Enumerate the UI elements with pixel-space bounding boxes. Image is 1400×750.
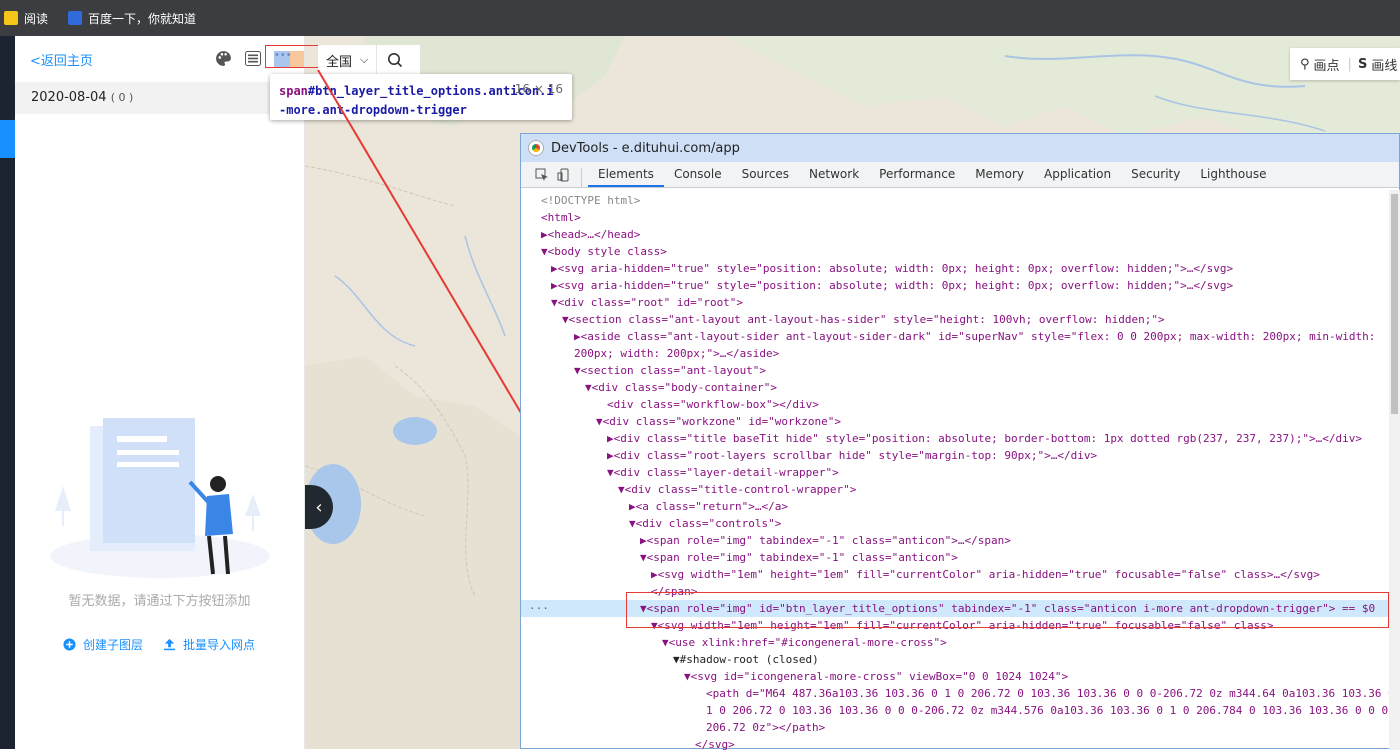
element-inspect-tooltip: span#btn_layer_title_options.anticon.i -… xyxy=(270,74,572,120)
dom-line[interactable]: ▼<div class="controls"> xyxy=(629,515,781,532)
devtools-tabbar: Elements Console Sources Network Perform… xyxy=(521,162,1399,188)
chevron-left-icon: ‹ xyxy=(315,496,323,518)
devtools-titlebar: DevTools - e.dituhui.com/app xyxy=(521,134,1399,162)
tooltip-tag: span xyxy=(279,84,308,98)
dom-line[interactable]: 206.72 0z"></path> xyxy=(706,719,825,736)
dom-line[interactable]: ▼<use xlink:href="#icongeneral-more-cros… xyxy=(662,634,947,651)
dom-line[interactable]: ▼<div class="title-control-wrapper"> xyxy=(618,481,856,498)
batch-import-button[interactable]: 批量导入网点 xyxy=(163,636,255,653)
dom-line[interactable]: ▼<div class="workzone" id="workzone"> xyxy=(596,413,841,430)
tooltip-size: 16 × 16 xyxy=(514,82,563,96)
back-home-link[interactable]: <返回主页 xyxy=(30,50,93,69)
dom-tree: <!DOCTYPE html> <html> ▶<head>…</head> ▼… xyxy=(521,190,1389,750)
device-toolbar-icon[interactable] xyxy=(557,168,571,182)
dom-tree-scrollbar[interactable] xyxy=(1389,190,1400,750)
dom-line[interactable]: ▼<section class="ant-layout"> xyxy=(574,362,766,379)
dom-line[interactable]: ▼<div class="body-container"> xyxy=(585,379,777,396)
nav-sidebar xyxy=(0,36,15,749)
dom-line[interactable]: <!DOCTYPE html> xyxy=(541,192,640,209)
dom-line[interactable]: ▼<div class="layer-detail-wrapper"> xyxy=(607,464,839,481)
selected-dots: ··· xyxy=(529,602,549,615)
scrollbar-thumb[interactable] xyxy=(1391,194,1398,414)
dom-line[interactable]: ▼<body style class> xyxy=(541,243,667,260)
date-label: 2020-08-04 xyxy=(31,90,107,105)
create-sublayer-label: 创建子图层 xyxy=(83,638,144,652)
toolbar-divider: | xyxy=(1347,56,1352,72)
dom-line[interactable]: ▼#shadow-root (closed) xyxy=(673,651,819,668)
tab-memory[interactable]: Memory xyxy=(965,167,1034,187)
dom-line[interactable]: ▶<head>…</head> xyxy=(541,226,640,243)
chrome-icon xyxy=(529,141,543,155)
bookmark-read[interactable]: 阅读 xyxy=(4,10,48,27)
bookmark-read-label: 阅读 xyxy=(24,11,49,26)
tooltip-selector-2: -more.ant-dropdown-trigger xyxy=(279,103,467,117)
date-count: ( 0 ) xyxy=(110,91,134,104)
layer-panel: <返回主页 2020-08-04 ( 0 ) 暂无数据，请通过下方按钮添加 创建… xyxy=(15,36,305,749)
dom-line[interactable]: ▼<span role="img" tabindex="-1" class="a… xyxy=(640,549,958,566)
dom-line[interactable]: ▶<div class="root-layers scrollbar hide"… xyxy=(607,447,1097,464)
selection-highlight-frame xyxy=(626,592,1389,628)
nav-active-indicator xyxy=(0,120,15,158)
devtools-window: DevTools - e.dituhui.com/app Elements Co… xyxy=(520,133,1400,750)
baidu-paw-icon xyxy=(68,11,83,25)
dom-line[interactable]: ▶<svg width="1em" height="1em" fill="cur… xyxy=(651,566,1320,583)
tab-application[interactable]: Application xyxy=(1034,167,1121,187)
tab-lighthouse[interactable]: Lighthouse xyxy=(1190,167,1276,187)
list-icon[interactable] xyxy=(244,49,262,67)
empty-state-text: 暂无数据，请通过下方按钮添加 xyxy=(68,594,251,609)
devtools-tool-icons xyxy=(527,168,582,187)
dom-line[interactable]: ▶<span role="img" tabindex="-1" class="a… xyxy=(640,532,1011,549)
dom-line[interactable]: <path d="M64 487.36a103.36 103.36 0 1 0 … xyxy=(706,685,1389,702)
map-draw-tools: ⚲ 画点 | S 画线 xyxy=(1290,48,1400,80)
dom-line[interactable]: ▼<div class="root" id="root"> xyxy=(551,294,743,311)
plus-circle-icon xyxy=(63,638,76,651)
tab-network[interactable]: Network xyxy=(799,167,869,187)
upload-icon xyxy=(163,638,176,651)
tab-sources[interactable]: Sources xyxy=(732,167,799,187)
region-select[interactable]: 全国 ⌵ xyxy=(318,45,420,75)
batch-import-label: 批量导入网点 xyxy=(183,638,256,652)
highlight-frame xyxy=(265,45,319,68)
dom-line[interactable]: ▶<svg aria-hidden="true" style="position… xyxy=(551,260,1233,277)
tab-security[interactable]: Security xyxy=(1121,167,1190,187)
tab-elements[interactable]: Elements xyxy=(588,167,664,187)
dom-line[interactable]: <div class="workflow-box"></div> xyxy=(607,396,819,413)
dom-line[interactable]: ▶<svg aria-hidden="true" style="position… xyxy=(551,277,1233,294)
bookmark-read-icon xyxy=(4,11,18,25)
dom-line[interactable]: <html> xyxy=(541,209,581,226)
dom-line[interactable]: ▼<section class="ant-layout ant-layout-h… xyxy=(562,311,1165,328)
map-pin-icon: ⚲ xyxy=(1300,56,1310,72)
inspect-element-icon[interactable] xyxy=(535,168,549,182)
dom-line[interactable]: ▶<a class="return">…</a> xyxy=(629,498,788,515)
dom-line[interactable]: ▶<div class="title baseTit hide" style="… xyxy=(607,430,1362,447)
chevron-down-icon: ⌵ xyxy=(360,53,369,66)
dom-line[interactable]: ▼<svg id="icongeneral-more-cross" viewBo… xyxy=(684,668,1068,685)
dom-line[interactable]: 1 0 206.72 0 103.36 103.36 0 0 0-206.72 … xyxy=(706,702,1389,719)
bookmark-baidu[interactable]: 百度一下，你就知道 xyxy=(68,10,196,27)
bookmark-baidu-label: 百度一下，你就知道 xyxy=(88,11,197,26)
tab-performance[interactable]: Performance xyxy=(869,167,965,187)
draw-line-button[interactable]: 画线 xyxy=(1371,55,1397,74)
tab-console[interactable]: Console xyxy=(664,167,732,187)
bookmarks-bar: 阅读 百度一下，你就知道 xyxy=(0,0,1400,36)
draw-point-button[interactable]: 画点 xyxy=(1314,55,1340,74)
create-sublayer-button[interactable]: 创建子图层 xyxy=(63,636,143,653)
dom-line[interactable]: 200px; width: 200px;">…</aside> xyxy=(574,345,779,362)
search-icon[interactable] xyxy=(387,52,403,68)
devtools-title: DevTools - e.dituhui.com/app xyxy=(551,140,740,156)
line-icon: S xyxy=(1357,56,1368,72)
date-group-row[interactable]: 2020-08-04 ( 0 ) xyxy=(15,82,304,114)
region-label: 全国 xyxy=(326,54,353,70)
region-divider xyxy=(376,45,378,75)
dom-line[interactable]: </svg> xyxy=(695,736,735,750)
palette-icon[interactable] xyxy=(214,49,232,67)
dom-line[interactable]: ▶<aside class="ant-layout-sider ant-layo… xyxy=(574,328,1375,345)
empty-state-illustration xyxy=(50,418,270,578)
